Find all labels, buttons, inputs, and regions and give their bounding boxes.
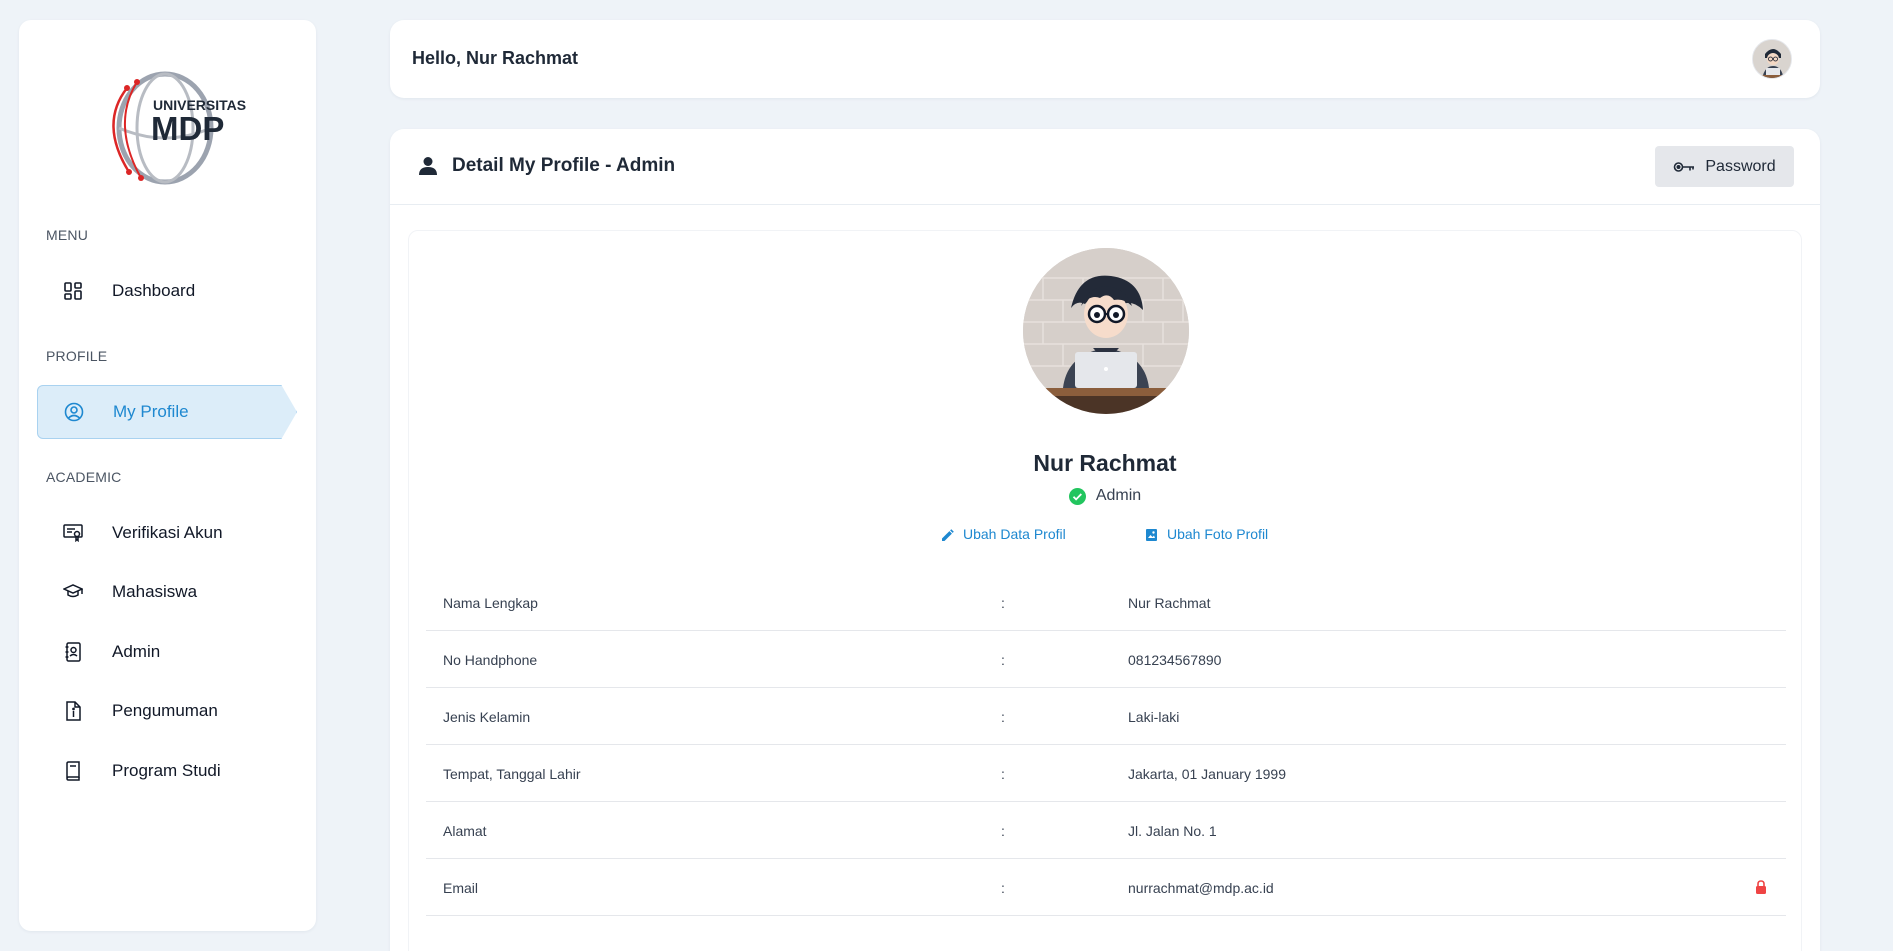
address-book-icon — [63, 642, 83, 662]
book-icon — [63, 761, 83, 781]
sidebar: UNIVERSITAS MDP MENU Dashboard PROFILE M… — [19, 20, 316, 931]
user-icon — [418, 156, 438, 176]
avatar[interactable] — [1752, 39, 1792, 79]
table-row: Jenis Kelamin : Laki-laki — [426, 688, 1786, 745]
role-text: Admin — [1095, 487, 1142, 504]
profile-detail-box: Nur Rachmat Admin Ubah Data Profil Ubah … — [408, 230, 1802, 951]
table-row: Tempat, Tanggal Lahir : Jakarta, 01 Janu… — [426, 745, 1786, 802]
edit-profile-data-link[interactable]: Ubah Data Profil — [942, 526, 1066, 542]
university-logo[interactable]: UNIVERSITAS MDP — [89, 64, 261, 194]
sidebar-item-my-profile[interactable]: My Profile — [37, 385, 297, 439]
section-profile: PROFILE — [46, 348, 108, 364]
sidebar-item-admin[interactable]: Admin — [37, 625, 297, 679]
document-info-icon — [63, 701, 83, 721]
detail-label: No Handphone — [443, 652, 538, 668]
table-row: Nama Lengkap : Nur Rachmat — [426, 574, 1786, 631]
graduation-cap-icon — [63, 582, 83, 602]
detail-separator: : — [1001, 823, 1005, 839]
sidebar-item-label: Pengumuman — [112, 701, 218, 720]
sidebar-item-label: Admin — [112, 642, 161, 661]
page-title-text: Detail My Profile - Admin — [452, 155, 676, 176]
lock-icon — [1755, 880, 1767, 894]
detail-label: Alamat — [443, 823, 487, 839]
edit-profile-photo-label: Ubah Foto Profil — [1167, 526, 1269, 542]
detail-separator: : — [1001, 595, 1005, 611]
certificate-icon — [63, 523, 83, 543]
role-badge: Admin — [409, 487, 1801, 505]
detail-value: Jl. Jalan No. 1 — [1128, 823, 1217, 839]
profile-details-table: Nama Lengkap : Nur Rachmat No Handphone … — [426, 574, 1786, 916]
detail-value: Nur Rachmat — [1128, 595, 1211, 611]
detail-label: Email — [443, 880, 479, 896]
sidebar-item-label: Program Studi — [112, 761, 221, 780]
page-title: Detail My Profile - Admin — [418, 155, 675, 177]
edit-profile-data-label: Ubah Data Profil — [963, 526, 1066, 542]
dashboard-icon — [63, 281, 83, 301]
greeting-text: Hello, Nur Rachmat — [412, 48, 579, 68]
image-icon — [1146, 528, 1158, 541]
detail-separator: : — [1001, 709, 1005, 725]
detail-value: nurrachmat@mdp.ac.id — [1128, 880, 1274, 896]
sidebar-item-label: My Profile — [113, 402, 189, 421]
sidebar-item-program-studi[interactable]: Program Studi — [37, 744, 297, 798]
detail-separator: : — [1001, 880, 1005, 896]
detail-label: Tempat, Tanggal Lahir — [443, 766, 581, 782]
edit-profile-photo-link[interactable]: Ubah Foto Profil — [1146, 526, 1268, 542]
pencil-icon — [942, 528, 954, 541]
user-circle-icon — [64, 402, 84, 422]
password-button[interactable]: Password — [1655, 146, 1794, 187]
table-row: Email : nurrachmat@mdp.ac.id — [426, 859, 1786, 916]
sidebar-item-pengumuman[interactable]: Pengumuman — [37, 684, 297, 738]
sidebar-item-dashboard[interactable]: Dashboard — [37, 264, 297, 318]
detail-separator: : — [1001, 766, 1005, 782]
password-button-label: Password — [1705, 157, 1776, 175]
section-academic: ACADEMIC — [46, 469, 122, 485]
sidebar-item-verifikasi-akun[interactable]: Verifikasi Akun — [37, 506, 297, 560]
card-header: Detail My Profile - Admin Password — [390, 129, 1820, 205]
key-icon — [1673, 160, 1695, 174]
section-menu: MENU — [46, 227, 89, 243]
table-row: No Handphone : 081234567890 — [426, 631, 1786, 688]
profile-card: Detail My Profile - Admin Password Nur R… — [390, 129, 1820, 951]
detail-value: Jakarta, 01 January 1999 — [1128, 766, 1286, 782]
check-circle-icon — [1068, 487, 1086, 505]
sidebar-item-label: Mahasiswa — [112, 582, 198, 601]
detail-label: Nama Lengkap — [443, 595, 538, 611]
sidebar-item-mahasiswa[interactable]: Mahasiswa — [37, 565, 297, 619]
detail-value: Laki-laki — [1128, 709, 1180, 725]
detail-label: Jenis Kelamin — [443, 709, 531, 725]
top-header: Hello, Nur Rachmat — [390, 20, 1820, 98]
logo-text-mdp: MDP — [151, 110, 224, 147]
detail-value: 081234567890 — [1128, 652, 1222, 668]
profile-name: Nur Rachmat — [1033, 450, 1177, 476]
sidebar-item-label: Dashboard — [112, 281, 196, 300]
sidebar-item-label: Verifikasi Akun — [112, 523, 223, 542]
detail-separator: : — [1001, 652, 1005, 668]
profile-photo — [1023, 248, 1189, 414]
table-row: Alamat : Jl. Jalan No. 1 — [426, 802, 1786, 859]
